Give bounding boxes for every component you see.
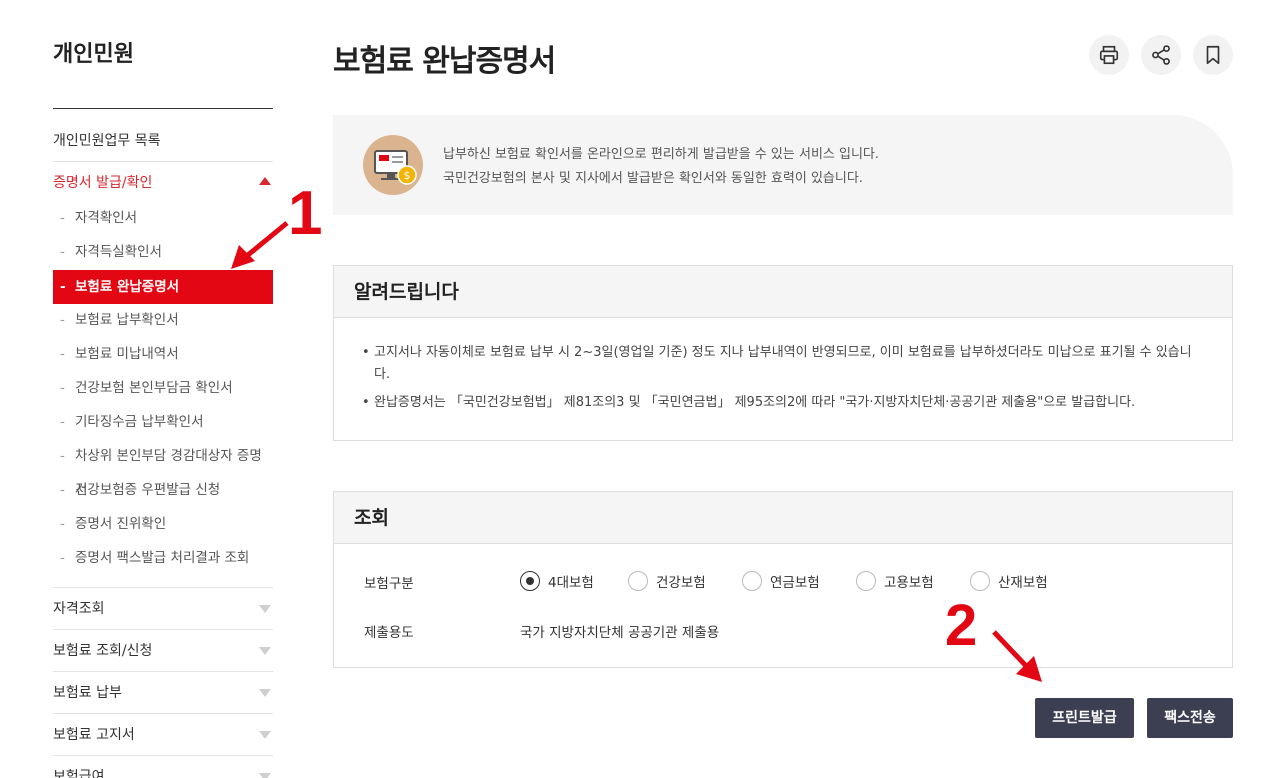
radio-employment-insurance[interactable]: 고용보험 bbox=[856, 571, 934, 591]
sidebar-title: 개인민원 bbox=[53, 42, 134, 67]
sidebar-group[interactable]: 보험급여 bbox=[53, 755, 273, 778]
print-button[interactable] bbox=[1089, 35, 1129, 75]
sidebar-subitem[interactable]: - 증명서 진위확인 bbox=[53, 507, 273, 541]
radio-health-insurance[interactable]: 건강보험 bbox=[628, 571, 706, 591]
notice-item: 고지서나 자동이체로 보험료 납부 시 2~3일(영업일 기준) 정도 지나 납… bbox=[362, 342, 1202, 386]
query-title: 조회 bbox=[334, 492, 1232, 544]
query-panel: 조회 보험구분 4대보험 건강보험 연금보험 고용보험 산재보험 제출용도 국가… bbox=[333, 491, 1233, 668]
info-line-2: 국민건강보험의 본사 및 지사에서 발급받은 확인서와 동일한 효력이 있습니다… bbox=[443, 171, 863, 186]
radio-4-insurance[interactable]: 4대보험 bbox=[520, 571, 594, 591]
notice-title: 알려드립니다 bbox=[334, 266, 1232, 318]
chevron-down-icon bbox=[259, 731, 271, 739]
info-text: 납부하신 보험료 확인서를 온라인으로 편리하게 발급받을 수 있는 서비스 입… bbox=[443, 143, 879, 191]
page-title: 보험료 완납증명서 bbox=[333, 44, 556, 79]
chevron-down-icon bbox=[259, 689, 271, 697]
sidebar-group[interactable]: 보험료 납부 bbox=[53, 671, 273, 713]
fax-send-button[interactable]: 팩스전송 bbox=[1147, 698, 1233, 738]
radio-pension-insurance[interactable]: 연금보험 bbox=[742, 571, 820, 591]
sidebar-group-label: 증명서 발급/확인 bbox=[53, 175, 153, 191]
sidebar-item-list[interactable]: 개인민원업무 목록 bbox=[53, 130, 273, 162]
sidebar-subitem-selected[interactable]: - 보험료 완납증명서 bbox=[53, 270, 273, 304]
info-box: $ 납부하신 보험료 확인서를 온라인으로 편리하게 발급받을 수 있는 서비스… bbox=[333, 115, 1233, 215]
svg-text:$: $ bbox=[404, 169, 411, 182]
sidebar-subitem[interactable]: - 차상위 본인부담 경감대상자 증명서 bbox=[53, 439, 273, 498]
insurance-type-label: 보험구분 bbox=[364, 576, 414, 592]
purpose-label: 제출용도 bbox=[364, 625, 414, 641]
chevron-down-icon bbox=[259, 605, 271, 613]
notice-item: 완납증명서는 「국민건강보험법」 제81조의3 및 「국민연금법」 제95조의2… bbox=[362, 392, 1202, 414]
radio-industrial-insurance[interactable]: 산재보험 bbox=[970, 571, 1048, 591]
chevron-up-icon bbox=[259, 177, 271, 185]
annotation-arrow-icon bbox=[231, 221, 289, 269]
insurance-type-radio-group: 4대보험 건강보험 연금보험 고용보험 산재보험 bbox=[520, 571, 1120, 593]
sidebar-group[interactable]: 자격조회 bbox=[53, 587, 273, 629]
sidebar-subitem[interactable]: - 기타징수금 납부확인서 bbox=[53, 405, 273, 439]
chevron-down-icon bbox=[259, 773, 271, 778]
sidebar-subitem[interactable]: - 보험료 미납내역서 bbox=[53, 337, 273, 371]
service-illustration-icon: $ bbox=[363, 135, 423, 195]
share-button[interactable] bbox=[1141, 35, 1181, 75]
purpose-value: 국가 지방자치단체 공공기관 제출용 bbox=[520, 625, 720, 641]
annotation-step-2: 2 bbox=[945, 593, 978, 658]
sidebar-group-certificates[interactable]: 증명서 발급/확인 bbox=[53, 172, 273, 196]
sidebar-group[interactable]: 보험료 고지서 bbox=[53, 713, 273, 755]
notice-panel: 알려드립니다 고지서나 자동이체로 보험료 납부 시 2~3일(영업일 기준) … bbox=[333, 265, 1233, 441]
bookmark-icon bbox=[1206, 45, 1220, 65]
sidebar-subitem[interactable]: - 건강보험증 우편발급 신청 bbox=[53, 473, 273, 507]
sidebar: 개인민원 개인민원업무 목록 증명서 발급/확인 - 자격확인서 - 자격득실확인서… bbox=[53, 0, 273, 778]
chevron-down-icon bbox=[259, 647, 271, 655]
bookmark-button[interactable] bbox=[1193, 35, 1233, 75]
share-icon bbox=[1152, 45, 1170, 65]
print-issue-button[interactable]: 프린트발급 bbox=[1035, 698, 1134, 738]
sidebar-group[interactable]: 보험료 조회/신청 bbox=[53, 629, 273, 671]
print-icon bbox=[1099, 45, 1119, 65]
notice-list: 고지서나 자동이체로 보험료 납부 시 2~3일(영업일 기준) 정도 지나 납… bbox=[334, 318, 1232, 444]
sidebar-subitem[interactable]: - 건강보험 본인부담금 확인서 bbox=[53, 371, 273, 405]
info-line-1: 납부하신 보험료 확인서를 온라인으로 편리하게 발급받을 수 있는 서비스 입… bbox=[443, 147, 880, 162]
sidebar-subitem[interactable]: - 증명서 팩스발급 처리결과 조회 bbox=[53, 541, 273, 575]
annotation-arrow-icon bbox=[992, 630, 1042, 682]
sidebar-divider bbox=[53, 108, 273, 109]
sidebar-subitem[interactable]: - 보험료 납부확인서 bbox=[53, 303, 273, 337]
